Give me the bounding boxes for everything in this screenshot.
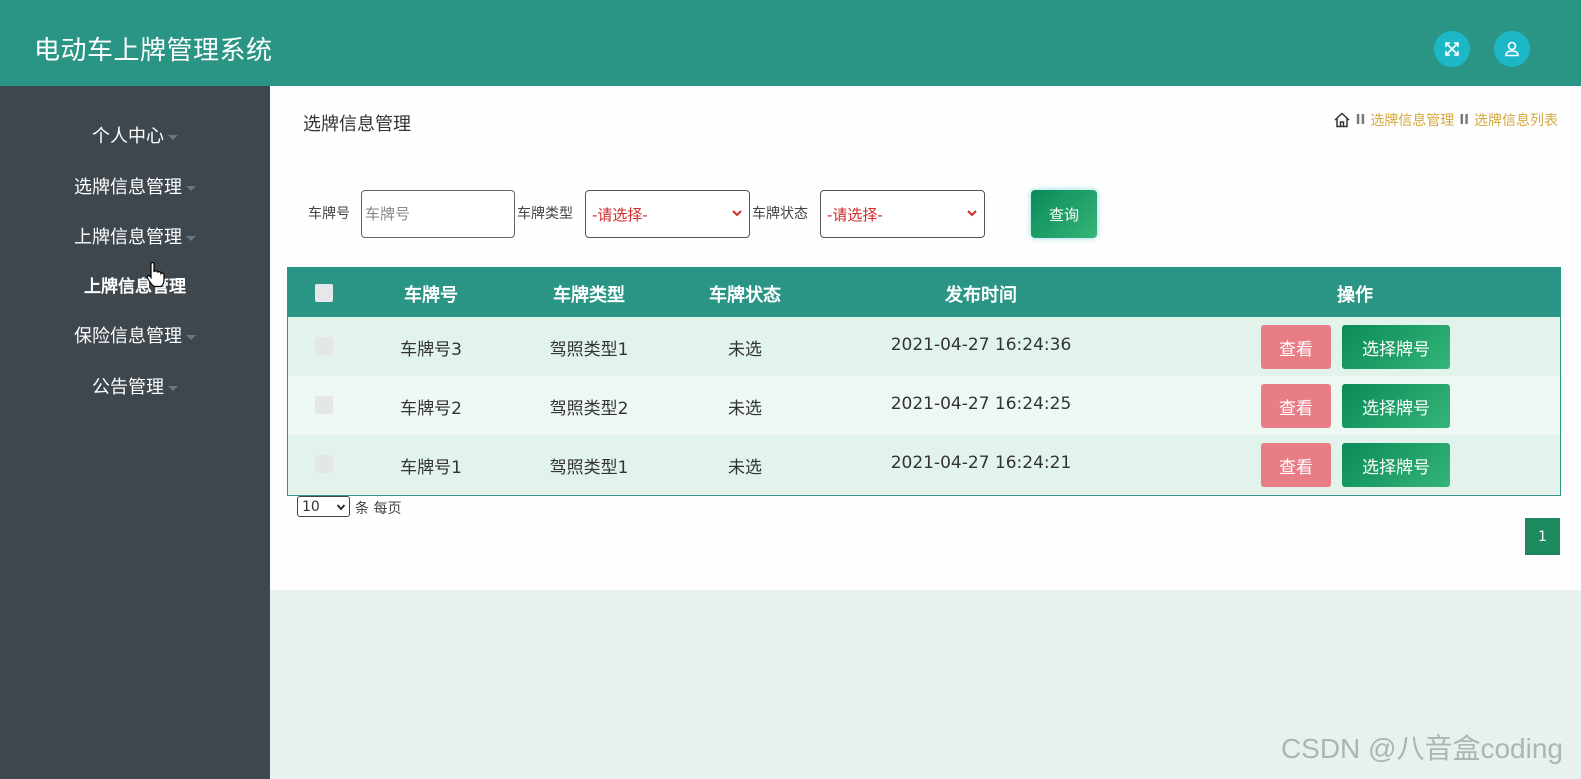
- page-title: 选牌信息管理: [303, 114, 411, 135]
- plate-number-label: 车牌号: [308, 206, 350, 222]
- plate-type-label: 车牌类型: [517, 206, 573, 222]
- breadcrumb-separator: II: [1459, 112, 1469, 128]
- row-checkbox[interactable]: [315, 455, 333, 473]
- query-button[interactable]: 查询: [1031, 190, 1097, 238]
- page-number-button[interactable]: 1: [1525, 518, 1560, 555]
- chevron-down-icon: [336, 504, 346, 511]
- sidebar-item-label: 个人中心: [92, 126, 164, 147]
- sidebar-item-insurance[interactable]: 保险信息管理: [0, 322, 270, 348]
- sidebar-item-label: 上牌信息管理: [74, 227, 182, 248]
- page-size-label: 条 每页: [355, 501, 402, 517]
- row-checkbox[interactable]: [315, 396, 333, 414]
- expand-icon[interactable]: [1434, 31, 1470, 67]
- cell-plate: 车牌号2: [400, 399, 462, 419]
- sidebar-item-label: 保险信息管理: [74, 326, 182, 347]
- chevron-down-icon: [732, 210, 742, 217]
- choose-plate-button[interactable]: 选择牌号: [1342, 325, 1450, 369]
- cell-status: 未选: [728, 399, 762, 419]
- table-row: 车牌号3 驾照类型1 未选 2021-04-27 16:24:36 查看 选择牌…: [288, 317, 1560, 376]
- chevron-down-icon: [168, 134, 178, 140]
- column-header-time: 发布时间: [945, 285, 1017, 306]
- row-checkbox[interactable]: [315, 337, 333, 355]
- cell-status: 未选: [728, 458, 762, 478]
- user-icon[interactable]: [1494, 31, 1530, 67]
- sidebar-item-plate-selection[interactable]: 选牌信息管理: [0, 173, 270, 199]
- plate-status-label: 车牌状态: [752, 206, 808, 222]
- plate-number-input[interactable]: [361, 190, 515, 238]
- plate-status-value: -请选择-: [827, 205, 883, 224]
- plate-table: 车牌号 车牌类型 车牌状态 发布时间 操作 车牌号3 驾照类型1 未选 2021…: [287, 267, 1561, 496]
- breadcrumb-item[interactable]: 选牌信息列表: [1474, 110, 1558, 130]
- breadcrumb: II 选牌信息管理 II 选牌信息列表: [1333, 110, 1558, 130]
- column-header-status: 车牌状态: [709, 285, 781, 306]
- view-button[interactable]: 查看: [1261, 325, 1331, 369]
- select-all-checkbox[interactable]: [315, 284, 333, 302]
- sidebar-item-plate-registration[interactable]: 上牌信息管理: [0, 223, 270, 249]
- top-bar: 电动车上牌管理系统: [0, 0, 1581, 86]
- sidebar-item-label: 选牌信息管理: [74, 177, 182, 198]
- table-row: 车牌号1 驾照类型1 未选 2021-04-27 16:24:21 查看 选择牌…: [288, 435, 1560, 494]
- sidebar-item-personal-center[interactable]: 个人中心: [0, 122, 270, 148]
- sidebar-item-announcements[interactable]: 公告管理: [0, 373, 270, 399]
- table-row: 车牌号2 驾照类型2 未选 2021-04-27 16:24:25 查看 选择牌…: [288, 376, 1560, 435]
- home-icon[interactable]: [1333, 111, 1351, 129]
- breadcrumb-separator: II: [1355, 112, 1366, 128]
- chevron-down-icon: [168, 385, 178, 391]
- cell-status: 未选: [728, 340, 762, 360]
- page-size-value: 10: [302, 498, 320, 515]
- column-header-actions: 操作: [1337, 285, 1373, 306]
- watermark: CSDN @八音盒coding: [1280, 733, 1563, 764]
- app-title: 电动车上牌管理系统: [34, 36, 273, 66]
- cell-plate: 车牌号1: [400, 458, 462, 478]
- cell-time: 2021-04-27 16:24:21: [890, 453, 1072, 473]
- cell-plate: 车牌号3: [400, 340, 462, 360]
- chevron-down-icon: [186, 334, 196, 340]
- view-button[interactable]: 查看: [1261, 443, 1331, 487]
- cell-time: 2021-04-27 16:24:25: [890, 394, 1072, 414]
- chevron-down-icon: [186, 185, 196, 191]
- chevron-down-icon: [186, 235, 196, 241]
- plate-type-select[interactable]: -请选择-: [585, 190, 750, 238]
- column-header-type: 车牌类型: [553, 285, 625, 306]
- choose-plate-button[interactable]: 选择牌号: [1342, 443, 1450, 487]
- plate-type-value: -请选择-: [592, 205, 648, 224]
- sidebar-item-label: 公告管理: [92, 377, 164, 398]
- hand-cursor-icon: [146, 262, 165, 288]
- page-size-select[interactable]: 10: [297, 496, 350, 517]
- sidebar-item-label: 上牌信息管理: [84, 277, 186, 297]
- cell-type: 驾照类型1: [549, 340, 629, 360]
- view-button[interactable]: 查看: [1261, 384, 1331, 428]
- sidebar-subitem-plate-registration[interactable]: 上牌信息管理: [0, 272, 270, 297]
- choose-plate-button[interactable]: 选择牌号: [1342, 384, 1450, 428]
- cell-time: 2021-04-27 16:24:36: [890, 335, 1072, 355]
- plate-status-select[interactable]: -请选择-: [820, 190, 985, 238]
- sidebar: 个人中心 选牌信息管理 上牌信息管理 上牌信息管理 保险信息管理 公告管理: [0, 86, 270, 779]
- table-header: 车牌号 车牌类型 车牌状态 发布时间 操作: [288, 268, 1560, 317]
- breadcrumb-item[interactable]: 选牌信息管理: [1370, 110, 1454, 130]
- cell-type: 驾照类型2: [549, 399, 629, 419]
- column-header-plate: 车牌号: [404, 285, 458, 306]
- main-panel: 选牌信息管理 II 选牌信息管理 II 选牌信息列表 车牌号 车牌类型 -请选择…: [270, 86, 1581, 590]
- chevron-down-icon: [967, 210, 977, 217]
- cell-type: 驾照类型1: [549, 458, 629, 478]
